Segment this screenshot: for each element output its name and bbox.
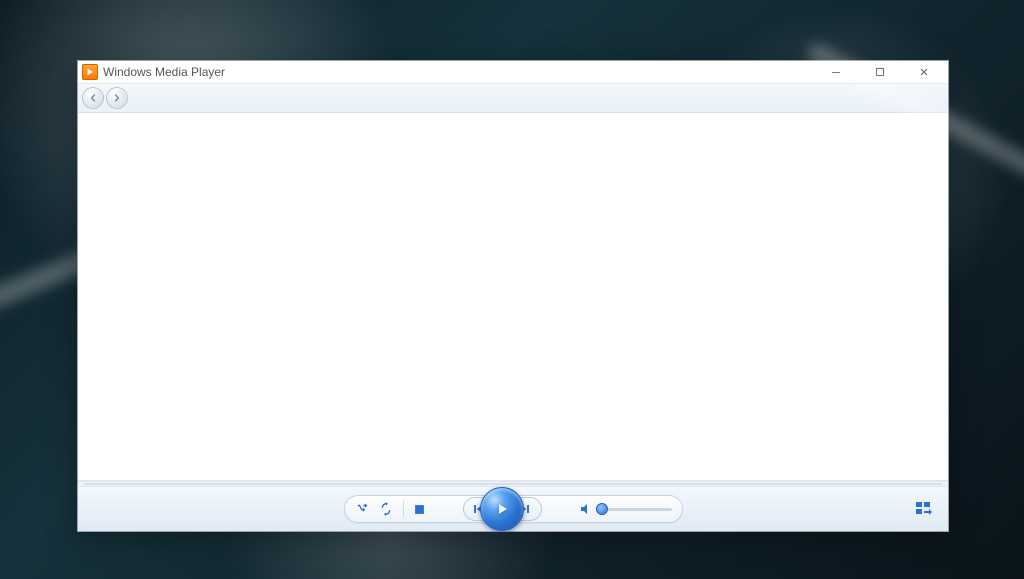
stop-button[interactable] bbox=[414, 504, 425, 515]
close-button[interactable] bbox=[902, 62, 946, 82]
wmp-app-icon bbox=[82, 64, 98, 80]
playback-bar bbox=[78, 487, 948, 531]
mute-button[interactable] bbox=[580, 503, 592, 515]
shuffle-button[interactable] bbox=[355, 502, 369, 516]
forward-button[interactable] bbox=[106, 87, 128, 109]
back-button[interactable] bbox=[82, 87, 104, 109]
wmp-window: Windows Media Player bbox=[77, 60, 949, 532]
repeat-button[interactable] bbox=[379, 502, 393, 516]
maximize-button[interactable] bbox=[858, 62, 902, 82]
now-playing-area bbox=[78, 113, 948, 481]
play-button[interactable] bbox=[480, 487, 524, 531]
separator bbox=[403, 501, 404, 517]
desktop-background: Windows Media Player bbox=[0, 0, 1024, 579]
controls-group bbox=[344, 495, 683, 523]
window-title: Windows Media Player bbox=[103, 65, 225, 79]
volume-thumb[interactable] bbox=[596, 503, 608, 515]
navigation-bar bbox=[78, 84, 948, 113]
titlebar[interactable]: Windows Media Player bbox=[78, 61, 948, 84]
switch-to-library-button[interactable] bbox=[914, 499, 934, 519]
minimize-button[interactable] bbox=[814, 62, 858, 82]
window-controls bbox=[814, 62, 946, 82]
volume-slider[interactable] bbox=[602, 508, 672, 511]
